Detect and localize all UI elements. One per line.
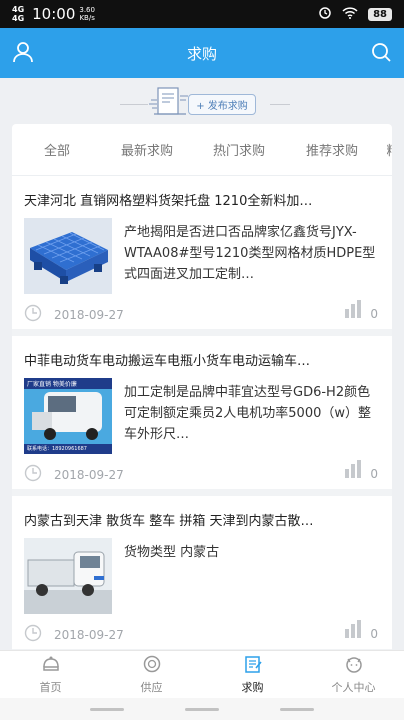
publish-banner: + 发布求购 xyxy=(0,78,404,122)
thumb-caption-bottom: 联系电话：18920961687 xyxy=(27,446,87,452)
document-icon xyxy=(148,86,192,122)
view-count: 0 xyxy=(370,307,378,321)
search-icon[interactable] xyxy=(370,41,392,67)
pallet-image xyxy=(24,218,112,294)
item-date-text: 2018-09-27 xyxy=(54,467,124,482)
item-description: 加工定制是品牌中菲宜达型号GD6-H2颜色可定制额定乘员2人电机功率5000（w… xyxy=(124,385,371,442)
banner-divider-right xyxy=(270,104,290,105)
bar-chart-icon xyxy=(344,460,362,481)
page-title: 求购 xyxy=(186,44,217,63)
bar-chart-icon xyxy=(344,620,362,641)
signal-indicators: 4G 4G xyxy=(12,5,24,23)
tab-more[interactable]: 精 xyxy=(378,140,392,159)
signal-2: 4G xyxy=(12,14,25,23)
nav-profile-label: 个人中心 xyxy=(331,680,376,694)
tab-all[interactable]: 全部 xyxy=(12,140,102,159)
tab-recommended[interactable]: 推荐求购 xyxy=(286,140,378,159)
status-bar: 4G 4G 10:00 3.60 KB/s 88 xyxy=(0,0,404,28)
signal-1: 4G xyxy=(12,5,25,14)
banner-divider-left xyxy=(120,104,148,105)
wifi-icon xyxy=(342,5,358,23)
nav-profile[interactable]: 个人中心 xyxy=(303,651,404,698)
item-date: 2018-09-27 xyxy=(24,464,124,485)
view-count: 0 xyxy=(370,467,378,481)
list-item[interactable]: 天津河北 直销网格塑料货架托盘 1210全新料加… 产地揭阳是否进口否品牌家亿鑫… xyxy=(12,176,392,336)
category-tabs: 全部 最新求购 热门求购 推荐求购 精 xyxy=(12,124,392,176)
system-recents-button[interactable] xyxy=(279,707,314,711)
nav-home-label: 首页 xyxy=(39,680,62,694)
electric-truck-image: 厂家直销 物美价廉 联系电话：18920961687 xyxy=(24,378,112,454)
nav-home[interactable]: 首页 xyxy=(0,651,101,698)
speed-unit: KB/s xyxy=(79,14,95,22)
item-title[interactable]: 内蒙古到天津 散货车 整车 拼箱 天津到内蒙古散… xyxy=(24,510,374,529)
clock-icon xyxy=(24,304,42,325)
tab-hot[interactable]: 热门求购 xyxy=(192,140,286,159)
clock: 10:00 xyxy=(32,5,76,23)
item-description: 产地揭阳是否进口否品牌家亿鑫货号JYX-WTAA08#型号1210类型网格材质H… xyxy=(124,225,376,282)
cargo-truck-image xyxy=(24,538,112,614)
publish-request-button[interactable]: + 发布求购 xyxy=(188,93,256,115)
item-views: 0 xyxy=(344,300,378,321)
user-icon[interactable] xyxy=(12,41,34,67)
item-date: 2018-09-27 xyxy=(24,304,124,325)
tab-latest[interactable]: 最新求购 xyxy=(102,140,192,159)
speed-value: 3.60 xyxy=(79,6,95,14)
purchase-icon xyxy=(243,655,263,676)
home-icon xyxy=(41,655,61,676)
bar-chart-icon xyxy=(344,300,362,321)
item-title[interactable]: 天津河北 直销网格塑料货架托盘 1210全新料加… xyxy=(24,190,374,209)
battery-indicator: 88 xyxy=(368,7,392,21)
item-description: 货物类型 内蒙古 xyxy=(124,545,220,560)
item-title[interactable]: 中菲电动货车电动搬运车电瓶小货车电动运输车… xyxy=(24,350,374,369)
item-date: 2018-09-27 xyxy=(24,624,124,645)
supply-icon xyxy=(142,655,162,676)
nav-purchase-label: 求购 xyxy=(241,680,264,694)
alarm-icon xyxy=(318,5,332,23)
list-item[interactable]: 内蒙古到天津 散货车 整车 拼箱 天津到内蒙古散… 货物类型 内蒙古 2018-… xyxy=(12,496,392,656)
thumb-caption-top: 厂家直销 物美价廉 xyxy=(27,381,77,388)
network-speed: 3.60 KB/s xyxy=(79,6,95,22)
view-count: 0 xyxy=(370,627,378,641)
list-item[interactable]: 中菲电动货车电动搬运车电瓶小货车电动运输车… 厂家直销 物美价廉 联系电话：18… xyxy=(12,336,392,496)
item-date-text: 2018-09-27 xyxy=(54,627,124,642)
clock-icon xyxy=(24,464,42,485)
system-home-button[interactable] xyxy=(184,707,219,711)
nav-supply-label: 供应 xyxy=(140,680,163,694)
bottom-navigation: 首页 供应 求购 个人中心 xyxy=(0,650,404,698)
item-views: 0 xyxy=(344,620,378,641)
app-header: 求购 xyxy=(0,28,404,78)
nav-supply[interactable]: 供应 xyxy=(101,651,202,698)
item-views: 0 xyxy=(344,460,378,481)
profile-icon xyxy=(344,655,364,676)
item-date-text: 2018-09-27 xyxy=(54,307,124,322)
system-navigation-bar xyxy=(0,698,404,720)
clock-icon xyxy=(24,624,42,645)
nav-purchase[interactable]: 求购 xyxy=(202,651,303,698)
system-back-button[interactable] xyxy=(90,707,125,711)
purchase-list-card: 全部 最新求购 热门求购 推荐求购 精 天津河北 直销网格塑料货架托盘 1210… xyxy=(12,124,392,664)
